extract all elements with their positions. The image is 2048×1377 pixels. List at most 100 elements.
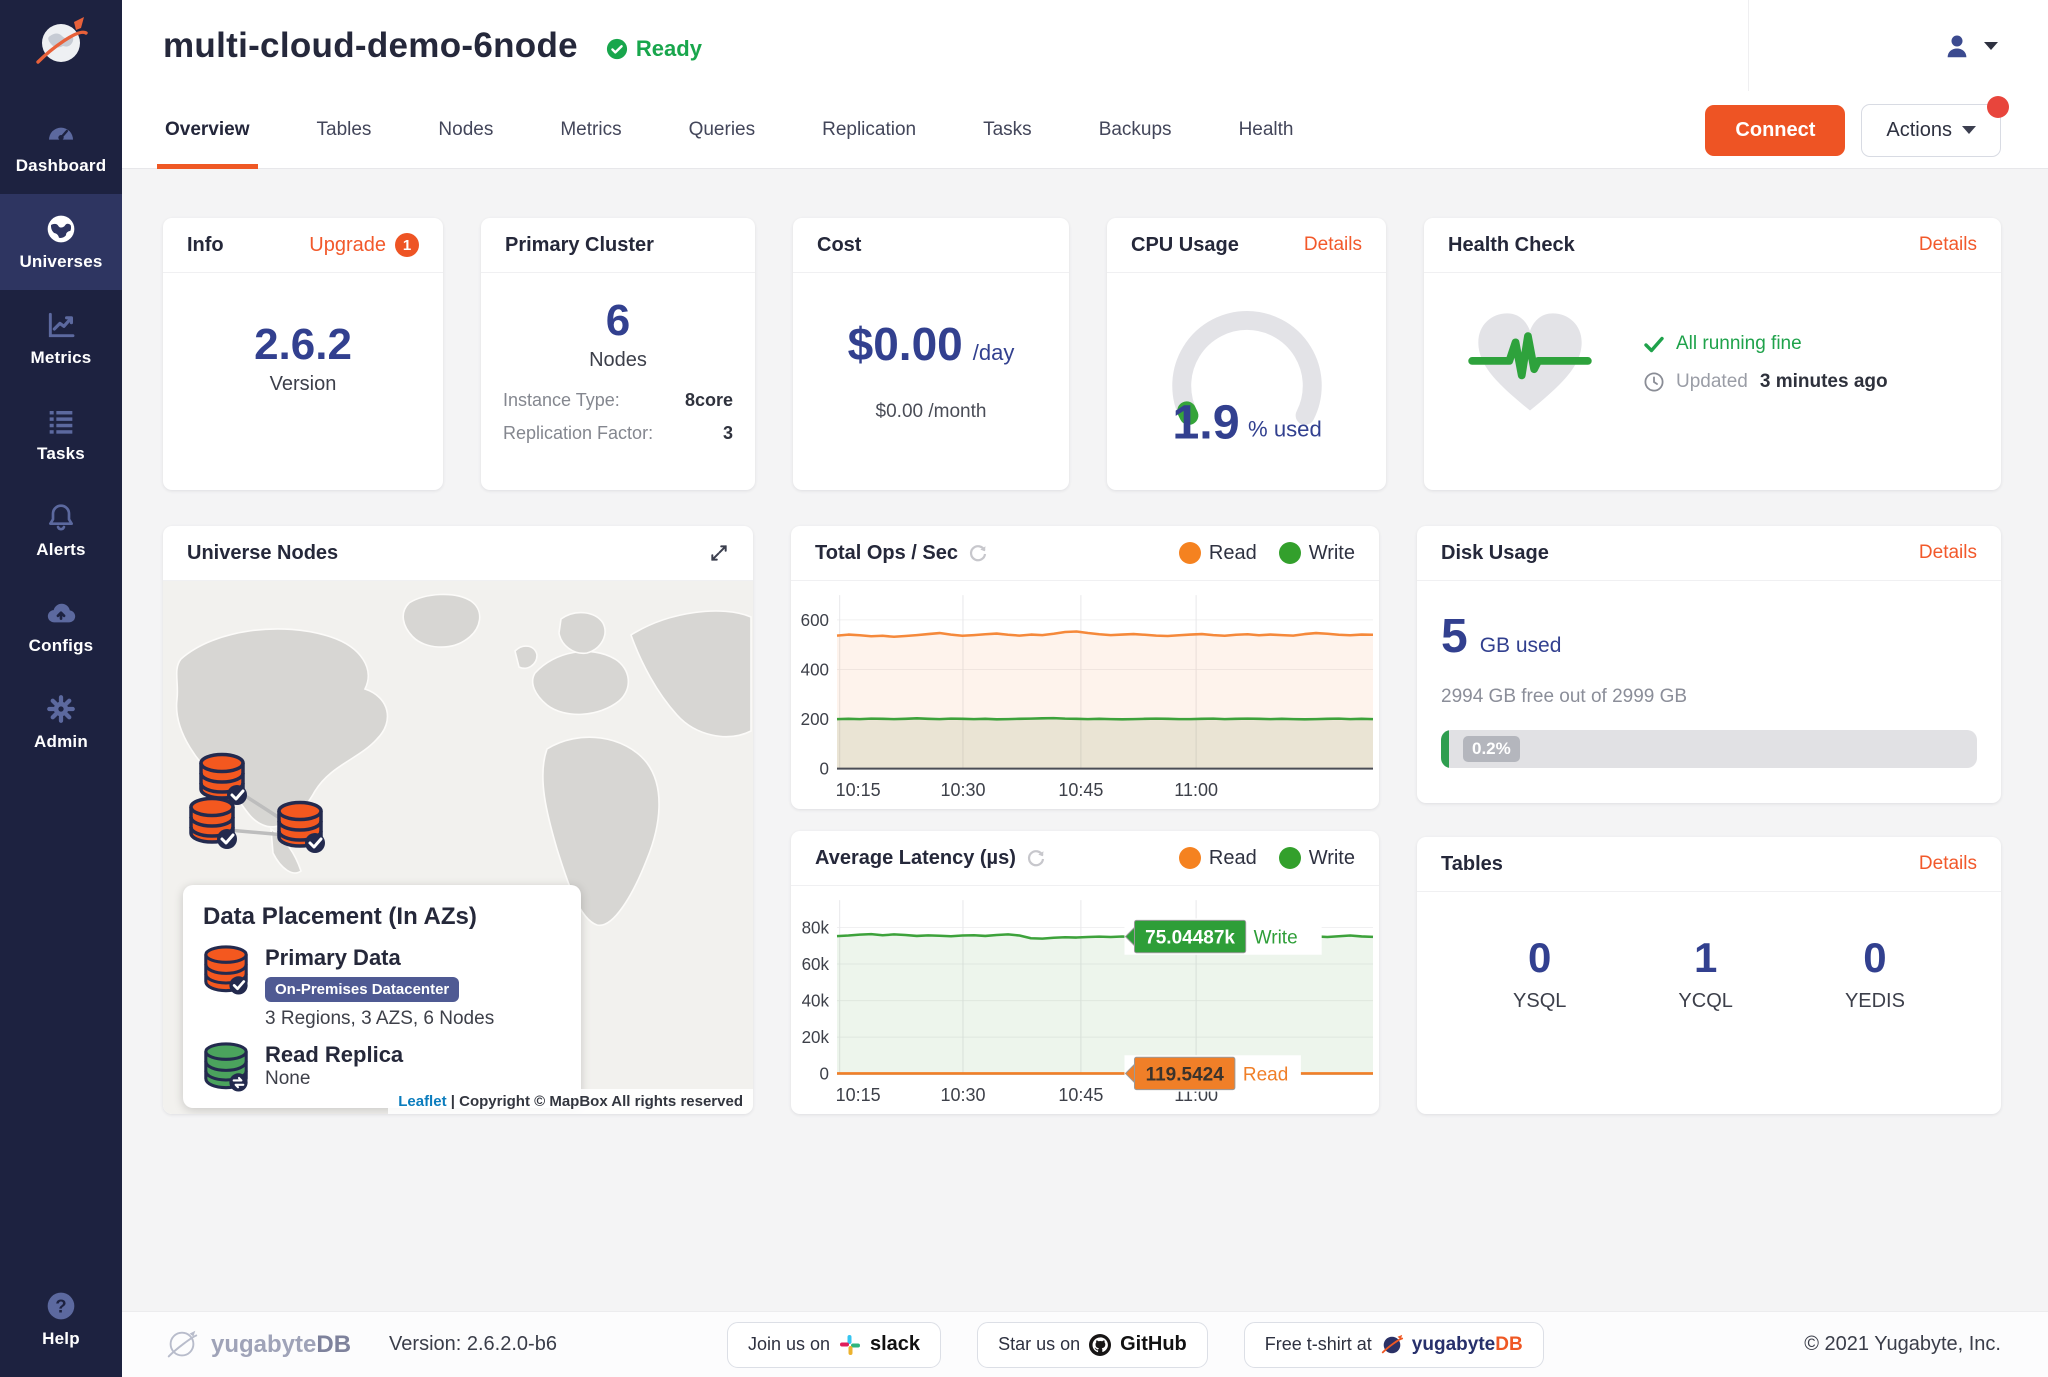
svg-text:10:15: 10:15	[836, 780, 881, 800]
charts-column: Total Ops / Sec ReadWrite 020040060010:1…	[791, 526, 1379, 1114]
status-badge: Ready	[606, 36, 702, 62]
heartbeat-icon	[1468, 307, 1592, 419]
version-caption: Version	[163, 373, 443, 396]
svg-text:200: 200	[801, 710, 829, 729]
disk-percent-chip: 0.2%	[1463, 736, 1520, 762]
nodes-caption: Nodes	[481, 349, 755, 372]
disk-details-link[interactable]: Details	[1919, 542, 1977, 564]
footer-copyright: © 2021 Yugabyte, Inc.	[1804, 1333, 2001, 1356]
sidebar: DashboardUniversesMetricsTasksAlertsConf…	[0, 0, 122, 1377]
cost-per-day: $0.00	[848, 317, 963, 371]
disk-title: Disk Usage	[1441, 542, 1549, 565]
github-button[interactable]: Star us on GitHub	[977, 1322, 1208, 1368]
list-icon	[45, 405, 77, 437]
tab-tasks[interactable]: Tasks	[981, 91, 1034, 168]
sidebar-item-metrics[interactable]: Metrics	[0, 290, 122, 386]
svg-text:119.5424: 119.5424	[1146, 1064, 1225, 1085]
primary-data-label: Primary Data	[265, 945, 494, 971]
cost-day-unit: /day	[973, 340, 1015, 366]
tab-nodes[interactable]: Nodes	[436, 91, 495, 168]
cpu-title: CPU Usage	[1131, 234, 1239, 257]
yugabyte-planet-icon	[1380, 1333, 1404, 1357]
refresh-icon[interactable]	[1026, 848, 1046, 868]
yugabyte-logo[interactable]	[26, 10, 96, 80]
right-column: Disk Usage Details 5 GB used 2994 GB fre…	[1417, 526, 2001, 1114]
tab-metrics[interactable]: Metrics	[558, 91, 623, 168]
latency-legend: ReadWrite	[1179, 847, 1355, 870]
sidebar-help-holder: ?Help	[0, 1271, 122, 1367]
github-icon	[1088, 1333, 1112, 1357]
globe-icon	[45, 213, 77, 245]
chart-icon	[45, 309, 77, 341]
header: multi-cloud-demo-6node Ready Overview Tab…	[122, 0, 2048, 169]
avg-latency-title: Average Latency (µs)	[815, 847, 1016, 870]
cpu-details-link[interactable]: Details	[1304, 234, 1362, 256]
user-icon	[1942, 31, 1972, 61]
read-replica-label: Read Replica	[265, 1042, 403, 1068]
tab-backups[interactable]: Backups	[1097, 91, 1174, 168]
world-map[interactable]: Data Placement (In AZs) Primary Data	[163, 581, 753, 1114]
actions-caret-icon	[1962, 126, 1976, 134]
status-label: Ready	[636, 36, 702, 62]
svg-text:10:30: 10:30	[940, 1085, 985, 1105]
tables-stats: 0YSQL1YCQL0YEDIS	[1417, 892, 2001, 1013]
universe-title: multi-cloud-demo-6node	[163, 26, 578, 66]
cost-title: Cost	[817, 234, 861, 257]
yugabyte-admin-console: DashboardUniversesMetricsTasksAlertsConf…	[0, 0, 2048, 1377]
health-title: Health Check	[1448, 234, 1575, 257]
actions-notification-dot	[1987, 96, 2009, 118]
refresh-icon[interactable]	[968, 543, 988, 563]
svg-text:40k: 40k	[802, 992, 830, 1011]
sidebar-item-universes[interactable]: Universes	[0, 194, 122, 290]
slack-button[interactable]: Join us on slack	[727, 1322, 941, 1368]
primary-cluster-title: Primary Cluster	[505, 234, 654, 257]
sidebar-item-tasks[interactable]: Tasks	[0, 386, 122, 482]
read-replica-desc: None	[265, 1068, 403, 1090]
tshirt-button[interactable]: Free t-shirt at yugabyteDB	[1244, 1322, 1544, 1368]
total-ops-title: Total Ops / Sec	[815, 542, 958, 565]
footer: yugabyteDB Version: 2.6.2.0-b6 Join us o…	[122, 1311, 2048, 1377]
leaflet-link[interactable]: Leaflet	[398, 1093, 446, 1110]
footer-links: Join us on slack Star us on GitHub Fre	[727, 1322, 1544, 1368]
tab-queries[interactable]: Queries	[687, 91, 758, 168]
svg-text:80k: 80k	[802, 919, 830, 938]
sidebar-item-configs[interactable]: Configs	[0, 578, 122, 674]
expand-icon[interactable]	[709, 543, 729, 563]
version-value: 2.6.2	[163, 321, 443, 369]
tab-replication[interactable]: Replication	[820, 91, 918, 168]
check-icon	[1644, 334, 1664, 354]
avg-latency-card: Average Latency (µs) ReadWrite 020k40k60…	[791, 831, 1379, 1114]
sidebar-item-alerts[interactable]: Alerts	[0, 482, 122, 578]
connect-button[interactable]: Connect	[1705, 105, 1845, 156]
sidebar-item-admin[interactable]: Admin	[0, 674, 122, 770]
disk-used-unit: GB used	[1480, 634, 1562, 658]
provider-badge: On-Premises Datacenter	[265, 977, 459, 1002]
health-updated-label: Updated	[1676, 371, 1748, 393]
upgrade-count-badge: 1	[395, 233, 419, 257]
tab-health[interactable]: Health	[1237, 91, 1296, 168]
disk-progress-fill	[1441, 730, 1449, 768]
help-icon: ?	[45, 1290, 77, 1322]
data-placement-panel: Data Placement (In AZs) Primary Data	[183, 885, 581, 1108]
main-content: Info Upgrade 1 2.6.2 Version Primary Clu…	[122, 169, 2048, 1311]
slack-icon	[838, 1333, 862, 1357]
tab-overview[interactable]: Overview	[163, 91, 252, 168]
map-attribution: Leaflet | Copyright © MapBox All rights …	[388, 1089, 753, 1114]
legend-write: Write	[1279, 847, 1355, 870]
sidebar-item-help[interactable]: ?Help	[0, 1271, 122, 1367]
svg-text:?: ?	[55, 1295, 66, 1316]
summary-row: Info Upgrade 1 2.6.2 Version Primary Clu…	[163, 218, 2001, 490]
tab-tables[interactable]: Tables	[315, 91, 374, 168]
tables-details-link[interactable]: Details	[1919, 853, 1977, 875]
sidebar-item-dashboard[interactable]: Dashboard	[0, 98, 122, 194]
svg-text:10:45: 10:45	[1058, 1085, 1103, 1105]
clock-icon	[1644, 372, 1664, 392]
bell-icon	[45, 501, 77, 533]
ready-check-icon	[606, 38, 628, 60]
actions-button[interactable]: Actions	[1861, 104, 2001, 157]
upgrade-link[interactable]: Upgrade 1	[309, 233, 419, 257]
health-details-link[interactable]: Details	[1919, 234, 1977, 256]
svg-text:20k: 20k	[802, 1028, 830, 1047]
yugabyte-outline-logo	[163, 1326, 201, 1364]
user-menu[interactable]	[1748, 0, 2048, 91]
